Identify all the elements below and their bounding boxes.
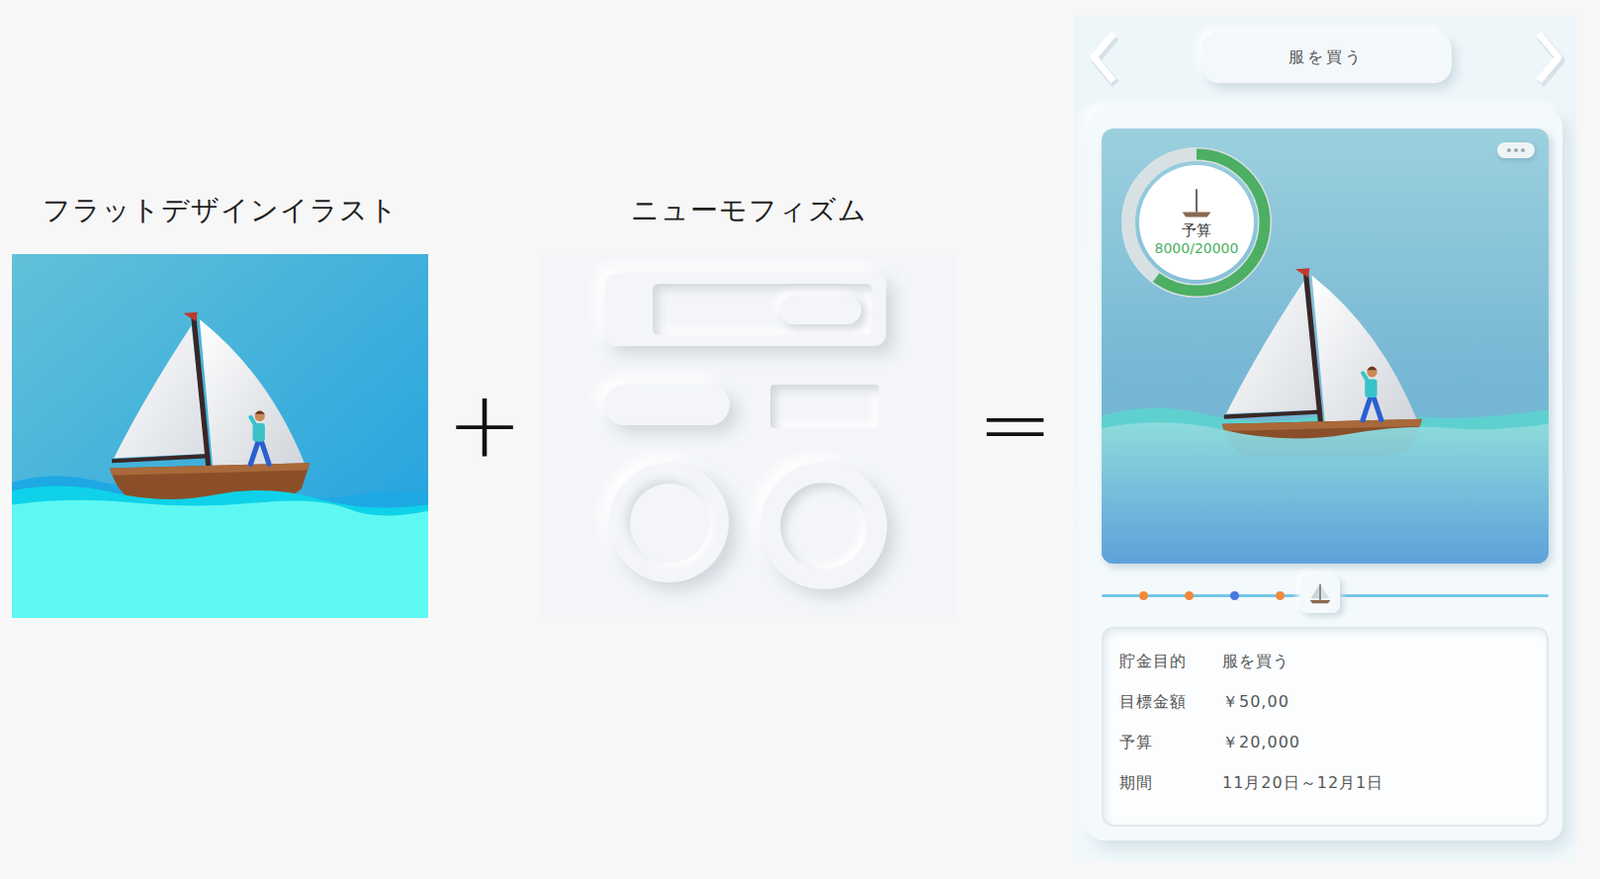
timeline-dot[interactable] — [1184, 591, 1194, 601]
gauge-reading: 8000/20000 — [1155, 239, 1240, 258]
page: フラットデザインイラスト+ニューモフィズム=服を買う予算8000/20000貯金… — [0, 0, 1600, 879]
gauge-fill — [1128, 154, 1265, 291]
gauge-label: 予算 — [1181, 221, 1212, 240]
inset-ring — [780, 482, 868, 570]
raised-circle — [609, 462, 729, 583]
timeline-dot[interactable] — [1275, 591, 1285, 601]
raised-pill — [604, 384, 730, 426]
timeline-dot[interactable] — [1230, 591, 1240, 601]
detail-row: 貯金目的服を買う — [1119, 648, 1547, 675]
timeline — [1101, 563, 1549, 627]
details-panel: 貯金目的服を買う目標金額￥50,00予算￥20,000期間11月20日～12月1… — [1101, 626, 1549, 827]
more-dot — [1507, 148, 1512, 153]
timeline-track[interactable] — [1101, 594, 1549, 598]
detail-row: 期間11月20日～12月1日 — [1119, 770, 1547, 797]
back-chevron-icon[interactable] — [1085, 25, 1122, 89]
flat-illustration-section: フラットデザインイラスト — [11, 0, 429, 619]
neumorphism-section: ニューモフィズム — [540, 0, 957, 619]
sailboat-icon — [1178, 187, 1215, 220]
more-icon[interactable] — [1497, 142, 1535, 159]
detail-value: 服を買う — [1222, 651, 1290, 673]
detail-value: 11月20日～12月1日 — [1222, 773, 1384, 795]
app-screen: 服を買う予算8000/20000貯金目的服を買う目標金額￥50,00予算￥20,… — [1073, 14, 1577, 863]
more-dot — [1520, 148, 1525, 153]
gauge-center: 予算8000/20000 — [1140, 166, 1253, 279]
neumorphism-sample — [540, 254, 957, 619]
detail-value: ￥20,000 — [1222, 732, 1301, 754]
detail-row: 予算￥20,000 — [1119, 729, 1547, 756]
detail-label: 目標金額 — [1119, 692, 1223, 713]
timeline-dot[interactable] — [1139, 591, 1149, 601]
timeline-thumb[interactable] — [1300, 575, 1340, 614]
inner-circle — [629, 483, 710, 563]
detail-row: 目標金額￥50,00 — [1119, 689, 1547, 715]
equals-sign: = — [956, 365, 1074, 485]
budget-gauge: 予算8000/20000 — [1120, 146, 1273, 299]
sailboat-icon — [1307, 583, 1334, 606]
plus-sign: + — [428, 365, 541, 485]
section-title: ニューモフィズム — [630, 190, 868, 231]
inset-field — [652, 283, 873, 336]
raised-circle — [760, 462, 888, 590]
detail-label: 予算 — [1119, 732, 1223, 754]
timeline-dots — [1101, 591, 1285, 601]
more-dot — [1513, 148, 1518, 153]
goal-card: 予算8000/20000貯金目的服を買う目標金額￥50,00予算￥20,000期… — [1087, 109, 1563, 841]
goal-image: 予算8000/20000 — [1101, 128, 1549, 564]
detail-label: 貯金目的 — [1119, 651, 1223, 673]
raised-pill — [779, 295, 862, 325]
goal-title[interactable]: 服を買う — [1201, 31, 1452, 84]
inset-rect — [770, 384, 880, 429]
raised-bar — [605, 272, 887, 347]
section-title: フラットデザインイラスト — [42, 190, 399, 231]
forward-chevron-icon[interactable] — [1530, 25, 1567, 89]
detail-label: 期間 — [1119, 773, 1223, 795]
sailboat-illustration — [11, 254, 429, 619]
top-bar: 服を買う — [1073, 14, 1577, 110]
detail-value: ￥50,00 — [1222, 692, 1290, 713]
